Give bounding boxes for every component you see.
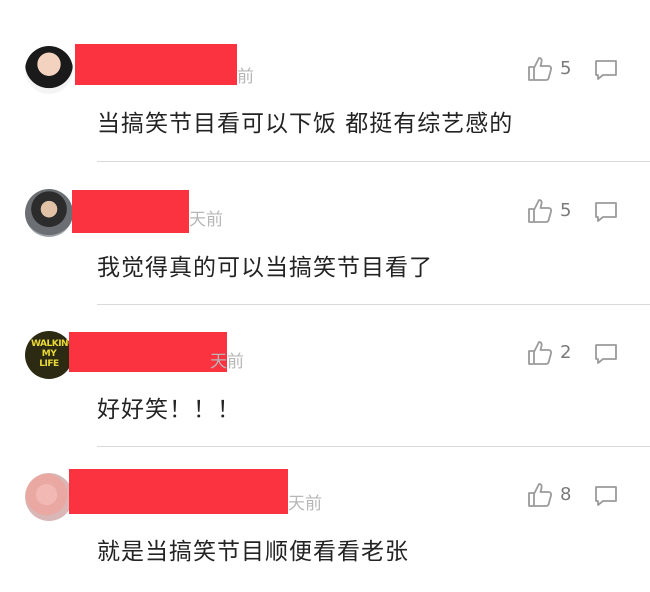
thumbs-up-icon[interactable] [527, 56, 553, 82]
avatar[interactable]: WALKING MY LIFE [25, 331, 73, 379]
comment-item: 天前 5 我觉得真的可以当搞笑节目看了 [0, 142, 650, 305]
comment-item: 天前 8 就是当搞笑节目顺便看看老张 [0, 426, 650, 568]
thumbs-up-icon[interactable] [527, 198, 553, 224]
comment-time: 天前 [288, 494, 322, 514]
comment-actions: 5 [527, 56, 647, 86]
comment-time: 天前 [189, 210, 223, 230]
comment-bubble-icon[interactable] [593, 484, 619, 508]
thumbs-up-icon[interactable] [527, 482, 553, 508]
comment-bubble-icon[interactable] [593, 342, 619, 366]
redacted-username [72, 190, 189, 233]
comment-item: 前 5 当搞笑节目看可以下饭 都挺有综艺感的 [0, 0, 650, 162]
avatar[interactable] [25, 189, 73, 237]
avatar[interactable] [25, 46, 73, 94]
redacted-username [75, 44, 237, 85]
comment-item: WALKING MY LIFE 天前 2 好好笑！！！ [0, 284, 650, 447]
redacted-username [69, 469, 288, 514]
comment-text: 我觉得真的可以当搞笑节目看了 [97, 255, 433, 281]
comment-bubble-icon[interactable] [593, 200, 619, 224]
like-count: 5 [560, 200, 572, 221]
comment-time: 天前 [210, 352, 244, 372]
comment-text: 当搞笑节目看可以下饭 都挺有综艺感的 [97, 111, 514, 137]
like-count: 5 [560, 58, 572, 79]
like-count: 8 [560, 484, 572, 505]
comment-bubble-icon[interactable] [593, 58, 619, 82]
comment-actions: 2 [527, 340, 647, 370]
like-count: 2 [560, 342, 572, 363]
comment-actions: 8 [527, 482, 647, 512]
comment-text: 好好笑！！！ [97, 397, 241, 423]
comment-text: 就是当搞笑节目顺便看看老张 [97, 539, 409, 565]
avatar-poster-text: WALKING MY LIFE [31, 339, 73, 369]
comment-actions: 5 [527, 198, 647, 228]
redacted-username [69, 332, 227, 372]
thumbs-up-icon[interactable] [527, 340, 553, 366]
avatar[interactable] [25, 473, 73, 521]
comment-time: 前 [237, 67, 254, 87]
